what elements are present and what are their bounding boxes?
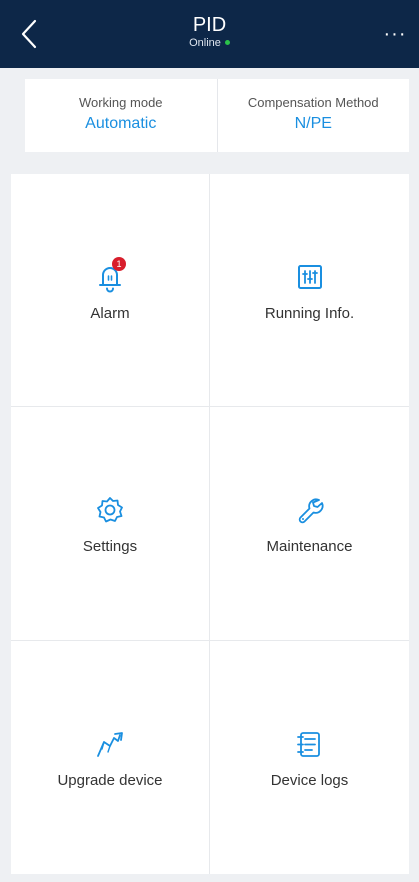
logs-icon: [292, 726, 328, 762]
tile-label-running-info: Running Info.: [264, 304, 355, 322]
header-title-block: PID Online: [0, 14, 419, 50]
function-grid: 1 Alarm Running Info. Settings Maintenan…: [11, 174, 409, 874]
status-text: Online: [189, 37, 221, 49]
app-header: PID Online ···: [0, 0, 419, 68]
gear-icon: [92, 492, 128, 528]
working-mode-cell: Working mode Automatic: [25, 79, 217, 152]
compensation-method-value: N/PE: [294, 115, 332, 132]
tile-label-upgrade-device: Upgrade device: [57, 771, 163, 789]
tile-maintenance[interactable]: Maintenance: [210, 407, 409, 641]
tile-label-device-logs: Device logs: [270, 771, 349, 789]
running-info-icon: [292, 259, 328, 295]
wrench-icon: [292, 492, 328, 528]
tile-label-maintenance: Maintenance: [266, 537, 353, 555]
compensation-method-label: Compensation Method: [247, 95, 379, 110]
tile-running-info[interactable]: Running Info.: [210, 174, 409, 408]
tile-label-alarm: Alarm: [90, 304, 130, 322]
alarm-count-badge: 1: [112, 256, 126, 271]
compensation-method-cell: Compensation Method N/PE: [216, 79, 410, 152]
tile-settings[interactable]: Settings: [11, 407, 210, 641]
connection-status: Online: [0, 36, 419, 50]
tile-alarm[interactable]: 1 Alarm: [11, 174, 210, 408]
mode-info-card: Working mode Automatic Compensation Meth…: [25, 79, 409, 152]
page-title: PID: [192, 14, 227, 36]
tile-device-logs[interactable]: Device logs: [210, 641, 409, 874]
working-mode-label: Working mode: [78, 95, 163, 110]
tile-label-settings: Settings: [82, 537, 138, 555]
working-mode-value: Automatic: [85, 115, 157, 132]
tile-upgrade-device[interactable]: Upgrade device: [11, 640, 210, 874]
status-dot: [224, 39, 230, 45]
upgrade-icon: [92, 726, 128, 762]
alarm-bell-icon: 1: [92, 256, 128, 295]
more-icon: ···: [383, 22, 407, 45]
more-button[interactable]: ···: [379, 20, 411, 48]
